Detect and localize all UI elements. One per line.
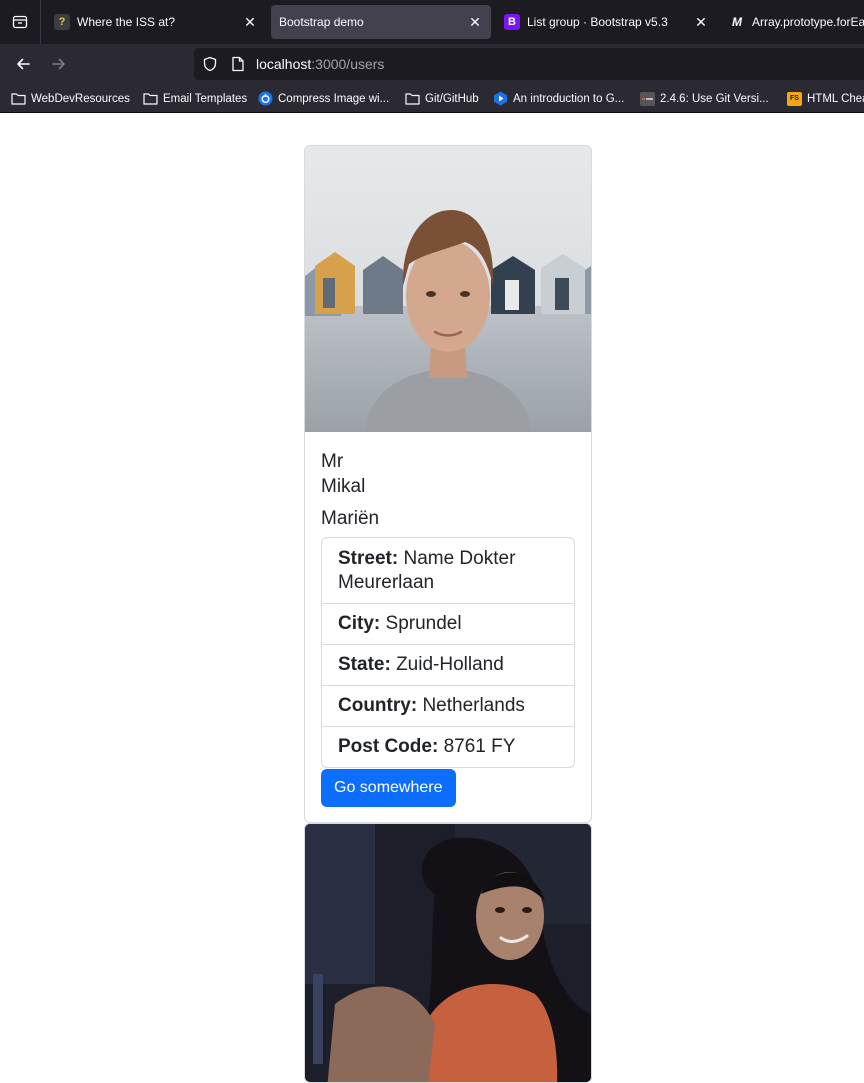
tab-title: Where the ISS at? <box>77 15 176 29</box>
field-label: Country: <box>338 695 418 716</box>
card-body: Mr Mikal Mariën Street: Name Dokter Meur… <box>321 449 575 807</box>
question-mark-icon: ? <box>54 14 70 30</box>
bookmark-git-github[interactable]: Git/GitHub <box>405 90 479 107</box>
tab-title: List group · Bootstrap v5.3 <box>527 15 668 29</box>
url-host: localhost <box>256 56 312 72</box>
page-icon[interactable] <box>231 56 245 72</box>
bookmark-label: Email Templates <box>163 92 248 105</box>
url-path: :3000/users <box>311 56 385 72</box>
compress-icon <box>258 91 273 106</box>
bookmark-label: WebDevResources <box>31 92 130 105</box>
list-item-street: Street: Name Dokter Meurerlaan <box>322 538 574 603</box>
arrow-right-icon <box>52 58 65 70</box>
tab-overview-button[interactable] <box>0 0 40 44</box>
bookmark-use-git[interactable]: 2.4.6: Use Git Versi... <box>640 90 769 107</box>
folder-icon <box>11 92 26 106</box>
list-item-state: State: Zuid-Holland <box>322 644 574 685</box>
field-value: Sprundel <box>385 613 462 634</box>
field-label: Street: <box>338 548 399 569</box>
tab-divider <box>40 0 41 44</box>
close-tab-icon[interactable]: ✕ <box>467 14 483 30</box>
list-item-country: Country: Netherlands <box>322 685 574 726</box>
user-title: Mr <box>321 451 344 472</box>
tab-list-group[interactable]: B List group · Bootstrap v5.3 ✕ <box>497 5 717 39</box>
user-photo <box>305 824 591 1082</box>
back-button[interactable] <box>11 52 35 76</box>
tab-array-foreach[interactable]: M Array.prototype.forEach <box>722 5 864 39</box>
shield-icon[interactable] <box>202 56 218 72</box>
user-last-name: Mariën <box>321 508 380 529</box>
url-text[interactable]: localhost:3000/users <box>256 56 384 72</box>
tab-overview-icon <box>12 15 28 29</box>
list-item-city: City: Sprundel <box>322 603 574 644</box>
bookmark-webdevresources[interactable]: WebDevResources <box>11 90 130 107</box>
tab-bar: ? Where the ISS at? ✕ Bootstrap demo ✕ B… <box>0 0 864 44</box>
navigation-bar: localhost:3000/users <box>0 44 864 84</box>
field-label: State: <box>338 654 391 675</box>
tab-title: Array.prototype.forEach <box>752 15 864 29</box>
bookmark-label: 2.4.6: Use Git Versi... <box>660 92 769 105</box>
fs-icon: FS <box>787 91 802 106</box>
folder-icon <box>405 92 420 106</box>
bookmark-label: Git/GitHub <box>425 92 479 105</box>
mdn-icon: M <box>732 15 742 29</box>
field-value: Netherlands <box>422 695 525 716</box>
bookmark-introduction[interactable]: An introduction to G... <box>493 90 624 107</box>
forward-button[interactable] <box>47 52 71 76</box>
bootstrap-icon: B <box>504 14 520 30</box>
folder-icon <box>143 92 158 106</box>
list-item-post-code: Post Code: 8761 FY <box>322 726 574 767</box>
user-card <box>304 823 592 1083</box>
tab-iss[interactable]: ? Where the ISS at? ✕ <box>48 5 266 39</box>
field-label: Post Code: <box>338 736 439 757</box>
bookmark-label: Compress Image wi... <box>278 92 390 105</box>
tab-bootstrap-demo[interactable]: Bootstrap demo ✕ <box>271 5 491 39</box>
field-value: 8761 FY <box>443 736 516 757</box>
close-tab-icon[interactable]: ✕ <box>693 14 709 30</box>
site-icon <box>640 91 655 106</box>
user-photo <box>305 146 591 432</box>
address-bar[interactable]: localhost:3000/users <box>194 48 864 80</box>
address-list: Street: Name Dokter Meurerlaan City: Spr… <box>321 537 575 768</box>
close-tab-icon[interactable]: ✕ <box>242 14 258 30</box>
user-first-name: Mikal <box>321 476 366 497</box>
field-value: Zuid-Holland <box>396 654 504 675</box>
play-icon <box>493 91 508 106</box>
arrow-left-icon <box>17 58 30 70</box>
bookmark-label: HTML Chea <box>807 92 864 105</box>
bookmark-html-cheat[interactable]: FS HTML Chea <box>787 90 864 107</box>
bookmark-compress-image[interactable]: Compress Image wi... <box>258 90 389 107</box>
user-card: Mr Mikal Mariën Street: Name Dokter Meur… <box>304 145 592 823</box>
bookmarks-toolbar: WebDevResources Email Templates Compress… <box>0 84 864 113</box>
field-label: City: <box>338 613 381 634</box>
bookmark-label: An introduction to G... <box>513 92 625 105</box>
tab-title: Bootstrap demo <box>279 15 364 29</box>
bookmark-email-templates[interactable]: Email Templates <box>143 90 247 107</box>
go-somewhere-button[interactable]: Go somewhere <box>321 769 456 807</box>
